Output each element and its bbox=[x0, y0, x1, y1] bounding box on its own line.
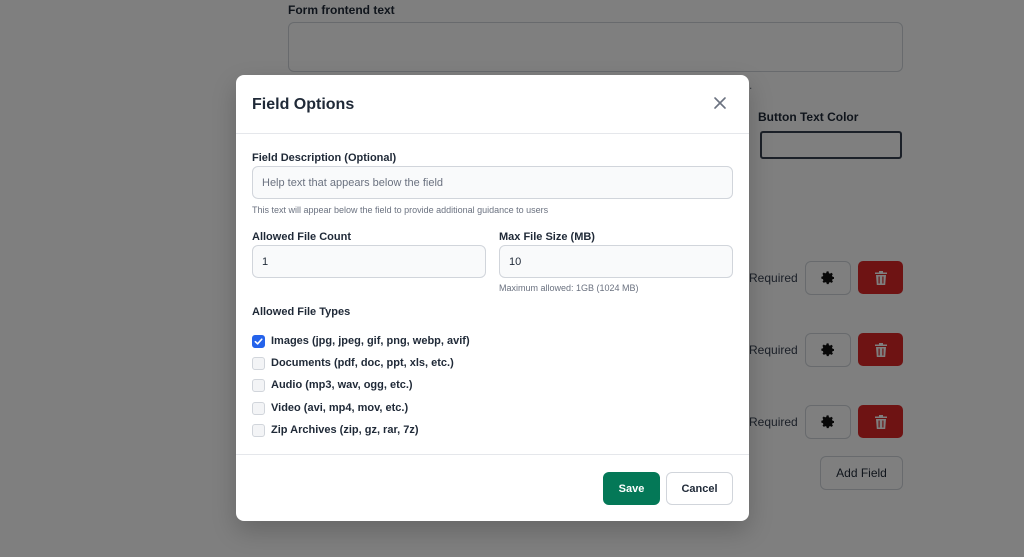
checkbox[interactable] bbox=[252, 356, 265, 370]
save-button[interactable]: Save bbox=[603, 472, 660, 505]
checkbox[interactable] bbox=[252, 423, 265, 437]
max-file-size-input[interactable] bbox=[499, 245, 733, 278]
close-icon[interactable] bbox=[713, 96, 727, 110]
file-type-label: Zip Archives (zip, gz, rar, 7z) bbox=[271, 424, 419, 436]
modal-header: Field Options bbox=[236, 75, 749, 134]
allowed-file-count-label: Allowed File Count bbox=[252, 231, 351, 243]
checkbox[interactable] bbox=[252, 378, 265, 392]
field-description-input[interactable] bbox=[252, 166, 733, 199]
modal-footer: Save Cancel bbox=[236, 454, 749, 521]
file-type-option-documents[interactable]: Documents (pdf, doc, ppt, xls, etc.) bbox=[252, 355, 454, 371]
field-description-hint: This text will appear below the field to… bbox=[252, 205, 549, 215]
field-description-label: Field Description (Optional) bbox=[252, 152, 397, 164]
file-type-option-video[interactable]: Video (avi, mp4, mov, etc.) bbox=[252, 400, 408, 416]
file-type-label: Documents (pdf, doc, ppt, xls, etc.) bbox=[271, 357, 454, 369]
max-file-size-hint: Maximum allowed: 1GB (1024 MB) bbox=[499, 283, 639, 293]
file-type-option-images[interactable]: Images (jpg, jpeg, gif, png, webp, avif) bbox=[252, 333, 470, 349]
file-type-label: Video (avi, mp4, mov, etc.) bbox=[271, 402, 409, 414]
allowed-file-types-label: Allowed File Types bbox=[252, 306, 351, 318]
max-file-size-label: Max File Size (MB) bbox=[499, 231, 595, 243]
file-type-label: Audio (mp3, wav, ogg, etc.) bbox=[271, 379, 413, 391]
check-icon bbox=[254, 337, 263, 345]
file-type-option-zip[interactable]: Zip Archives (zip, gz, rar, 7z) bbox=[252, 422, 419, 438]
field-options-modal: Field Options Field Description (Optiona… bbox=[236, 75, 749, 521]
modal-title: Field Options bbox=[252, 96, 355, 113]
checkbox[interactable] bbox=[252, 401, 265, 415]
checkbox-checked[interactable] bbox=[252, 334, 265, 348]
file-type-label: Images (jpg, jpeg, gif, png, webp, avif) bbox=[271, 335, 470, 347]
cancel-button[interactable]: Cancel bbox=[666, 472, 733, 505]
allowed-file-count-input[interactable] bbox=[252, 245, 486, 278]
file-type-option-audio[interactable]: Audio (mp3, wav, ogg, etc.) bbox=[252, 377, 413, 393]
